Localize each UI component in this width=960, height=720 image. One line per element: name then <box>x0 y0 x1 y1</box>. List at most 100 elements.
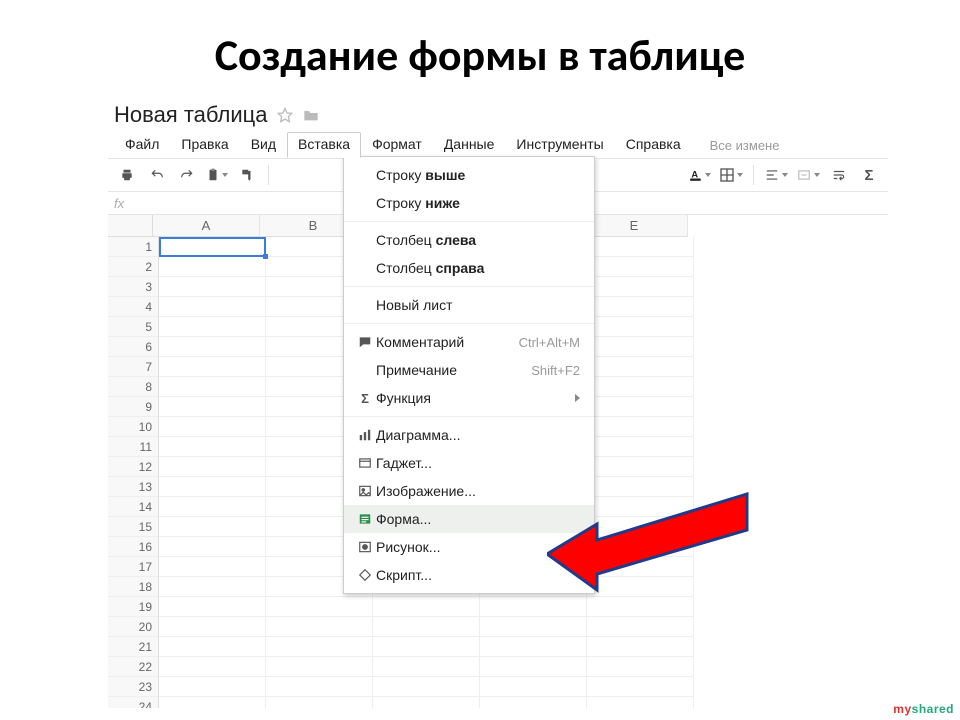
row-number[interactable]: 22 <box>108 657 159 677</box>
row-number[interactable]: 12 <box>108 457 159 477</box>
cell[interactable] <box>266 597 373 617</box>
cell[interactable] <box>587 437 694 457</box>
cell[interactable] <box>159 397 266 417</box>
row-number[interactable]: 13 <box>108 477 159 497</box>
cell[interactable] <box>480 677 587 697</box>
menu-вид[interactable]: Вид <box>240 132 287 158</box>
cell[interactable] <box>266 657 373 677</box>
cell[interactable] <box>159 637 266 657</box>
row-number[interactable]: 15 <box>108 517 159 537</box>
cell[interactable] <box>587 417 694 437</box>
menu-item-примечание[interactable]: ПримечаниеShift+F2 <box>344 356 594 384</box>
cell[interactable] <box>159 377 266 397</box>
redo-icon[interactable] <box>174 163 200 187</box>
cell[interactable] <box>159 237 266 257</box>
folder-icon[interactable] <box>303 108 319 122</box>
cell[interactable] <box>159 477 266 497</box>
row-number[interactable]: 5 <box>108 317 159 337</box>
menu-item-функция[interactable]: ΣФункция <box>344 384 594 412</box>
cell[interactable] <box>587 537 694 557</box>
row-number[interactable]: 19 <box>108 597 159 617</box>
cell[interactable] <box>159 437 266 457</box>
menu-item-диаграмма[interactable]: Диаграмма... <box>344 421 594 449</box>
functions-icon[interactable]: Σ <box>856 163 882 187</box>
cell[interactable] <box>159 697 266 708</box>
column-header[interactable]: E <box>581 215 688 237</box>
cell[interactable] <box>587 297 694 317</box>
column-header[interactable]: A <box>153 215 260 237</box>
wrap-icon[interactable] <box>826 163 852 187</box>
menu-item-гаджет[interactable]: Гаджет... <box>344 449 594 477</box>
cell[interactable] <box>159 517 266 537</box>
cell[interactable] <box>587 657 694 677</box>
menu-файл[interactable]: Файл <box>114 132 170 158</box>
menu-item-рисунок[interactable]: Рисунок... <box>344 533 594 561</box>
cell[interactable] <box>373 637 480 657</box>
cell[interactable] <box>587 597 694 617</box>
row-number[interactable]: 14 <box>108 497 159 517</box>
star-icon[interactable] <box>277 107 293 123</box>
cell[interactable] <box>480 617 587 637</box>
cell[interactable] <box>587 557 694 577</box>
menu-item-изображение[interactable]: Изображение... <box>344 477 594 505</box>
cell[interactable] <box>373 617 480 637</box>
menu-item-скрипт[interactable]: Скрипт... <box>344 561 594 589</box>
paste-icon[interactable] <box>204 163 230 187</box>
cell[interactable] <box>587 397 694 417</box>
cell[interactable] <box>587 457 694 477</box>
cell[interactable] <box>159 497 266 517</box>
cell[interactable] <box>587 497 694 517</box>
row-number[interactable]: 20 <box>108 617 159 637</box>
cell[interactable] <box>373 597 480 617</box>
cell[interactable] <box>373 697 480 708</box>
menu-item-форма[interactable]: Форма... <box>344 505 594 533</box>
cell[interactable] <box>587 677 694 697</box>
row-number[interactable]: 8 <box>108 377 159 397</box>
cell[interactable] <box>587 357 694 377</box>
cell[interactable] <box>587 337 694 357</box>
cell[interactable] <box>159 457 266 477</box>
menu-вставка[interactable]: Вставка <box>287 132 361 158</box>
cell[interactable] <box>159 317 266 337</box>
cell[interactable] <box>159 577 266 597</box>
cell[interactable] <box>587 257 694 277</box>
row-number[interactable]: 9 <box>108 397 159 417</box>
cell[interactable] <box>159 557 266 577</box>
menu-справка[interactable]: Справка <box>615 132 692 158</box>
paint-format-icon[interactable] <box>234 163 260 187</box>
cell[interactable] <box>587 237 694 257</box>
undo-icon[interactable] <box>144 163 170 187</box>
row-number[interactable]: 16 <box>108 537 159 557</box>
cell[interactable] <box>159 617 266 637</box>
cell[interactable] <box>480 597 587 617</box>
row-number[interactable]: 23 <box>108 677 159 697</box>
cell[interactable] <box>159 357 266 377</box>
cell[interactable] <box>587 517 694 537</box>
doc-title[interactable]: Новая таблица <box>114 102 267 128</box>
borders-icon[interactable] <box>717 163 745 187</box>
menu-инструменты[interactable]: Инструменты <box>505 132 614 158</box>
cell[interactable] <box>159 537 266 557</box>
cell[interactable] <box>587 317 694 337</box>
row-number[interactable]: 3 <box>108 277 159 297</box>
cell[interactable] <box>266 677 373 697</box>
cell[interactable] <box>266 617 373 637</box>
cell[interactable] <box>480 637 587 657</box>
row-number[interactable]: 2 <box>108 257 159 277</box>
text-color-icon[interactable]: A <box>687 163 713 187</box>
row-number[interactable]: 21 <box>108 637 159 657</box>
cell[interactable] <box>159 677 266 697</box>
print-icon[interactable] <box>114 163 140 187</box>
menu-item-столбец-справа[interactable]: Столбец справа <box>344 254 594 282</box>
cell[interactable] <box>587 477 694 497</box>
cell[interactable] <box>159 417 266 437</box>
cell[interactable] <box>159 657 266 677</box>
cell[interactable] <box>373 677 480 697</box>
cell[interactable] <box>587 637 694 657</box>
cell[interactable] <box>587 377 694 397</box>
cell[interactable] <box>159 597 266 617</box>
cell[interactable] <box>159 257 266 277</box>
cell[interactable] <box>159 297 266 317</box>
cell[interactable] <box>587 277 694 297</box>
cell[interactable] <box>159 277 266 297</box>
